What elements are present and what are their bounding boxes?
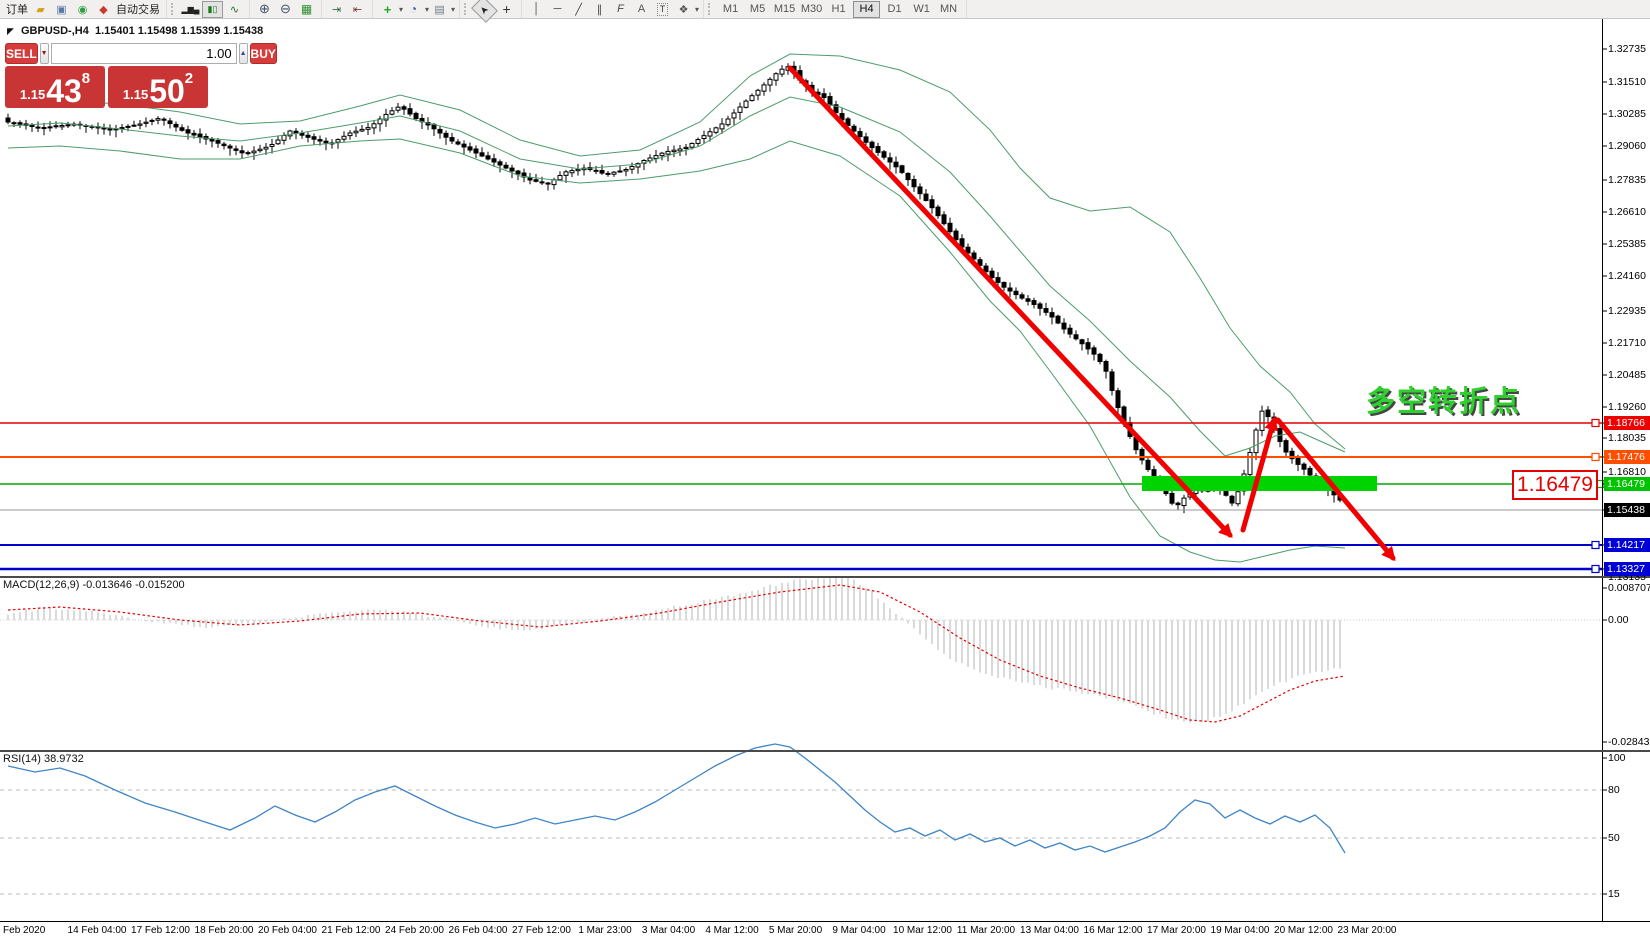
toolbar-group-scroll: ⇥ ⇤ <box>322 0 373 18</box>
signal-icon[interactable]: ◉ <box>73 2 92 17</box>
buy-price-prefix: 1.15 <box>123 87 148 102</box>
timeframe-m30[interactable]: M30 <box>799 2 824 17</box>
tile-windows-icon[interactable]: ▦ <box>297 2 316 17</box>
buy-button[interactable]: BUY <box>250 43 277 64</box>
spinner-up-icon: ▲ <box>240 50 247 57</box>
periods-clock-icon[interactable]: ◔ <box>404 2 423 17</box>
template-icon[interactable]: ▤ <box>430 2 449 17</box>
volume-increase-button[interactable]: ▲ <box>239 43 248 64</box>
toolbar-group-objects: +▾ ◔▾ ▤▾ <box>373 0 460 18</box>
candlestick-chart-icon[interactable]: ▮▯ <box>202 1 223 18</box>
autotrade-button[interactable]: 自动交易 <box>116 1 160 17</box>
volume-input[interactable] <box>51 43 237 64</box>
sell-price-prefix: 1.15 <box>20 87 45 102</box>
timeframe-h1[interactable]: H1 <box>826 2 851 17</box>
rsi-panel-graphics <box>0 744 1602 894</box>
autotrade-icon[interactable]: ◆ <box>94 2 113 17</box>
candles-layer <box>6 61 1342 513</box>
zoom-out-icon[interactable]: ⊖ <box>276 2 295 17</box>
terminal-icon[interactable]: ▣ <box>52 2 71 17</box>
fibonacci-icon[interactable]: F <box>611 2 630 17</box>
volume-decrease-button[interactable]: ▼ <box>40 43 49 64</box>
buy-price-pips: 50 <box>149 76 185 106</box>
buy-price-display[interactable]: 1.15 50 2 <box>108 66 208 108</box>
chevron-down-icon[interactable]: ▾ <box>399 5 403 14</box>
vertical-line-icon[interactable]: │ <box>527 2 546 17</box>
support-resistance-lines[interactable] <box>0 423 1602 569</box>
arrows-shapes-icon[interactable]: ❖ <box>674 2 693 17</box>
chevron-down-icon[interactable]: ▾ <box>425 5 429 14</box>
order-ticket-icon[interactable]: ▰ <box>31 2 50 17</box>
toolbar-group-main: 订单 ▰ ▣ ◉ ◆ 自动交易 <box>0 0 167 18</box>
toolbar-group-zoom: ⊕ ⊖ ▦ <box>250 0 322 18</box>
bar-chart-icon[interactable]: ▂▆▄ <box>181 2 200 17</box>
macd-panel-graphics <box>0 576 1602 722</box>
text-label-icon[interactable]: T <box>653 2 672 17</box>
buy-price-point: 2 <box>185 70 193 87</box>
timeframe-d1[interactable]: D1 <box>882 2 907 17</box>
sell-price-pips: 43 <box>46 76 82 106</box>
text-label-glyph: T <box>657 3 669 16</box>
timeframe-w1[interactable]: W1 <box>909 2 934 17</box>
text-tool-icon[interactable]: A <box>632 2 651 17</box>
timeframe-m5[interactable]: M5 <box>745 2 770 17</box>
trendline-icon[interactable]: ╱ <box>569 2 588 17</box>
crosshair-icon[interactable]: + <box>497 2 516 17</box>
timeframe-m15[interactable]: M15 <box>772 2 797 17</box>
chevron-down-icon[interactable]: ▾ <box>695 5 699 14</box>
chart-canvas[interactable] <box>0 0 1650 948</box>
horizontal-line-icon[interactable]: ─ <box>548 2 567 17</box>
toolbar-group-timeframes: M1M5M15M30H1H4D1W1MN <box>704 0 967 18</box>
line-chart-icon[interactable]: ∿ <box>225 2 244 17</box>
sell-price-point: 8 <box>82 70 90 87</box>
toolbar-grip <box>464 3 469 15</box>
timeframe-mn[interactable]: MN <box>936 2 961 17</box>
timeframe-m1[interactable]: M1 <box>718 2 743 17</box>
zoom-in-icon[interactable]: ⊕ <box>255 2 274 17</box>
toolbar-grip <box>708 3 713 15</box>
toolbar-group-drawing: │ ─ ╱ ∥ F A T ❖▾ <box>522 0 704 18</box>
spinner-down-icon: ▼ <box>41 50 48 57</box>
timeframe-h4[interactable]: H4 <box>853 1 880 18</box>
toolbar-grip <box>171 3 176 15</box>
new-order-button[interactable]: 订单 <box>6 1 28 17</box>
autoscroll-icon[interactable]: ⇥ <box>327 2 346 17</box>
sell-button[interactable]: SELL <box>5 43 38 64</box>
add-indicator-icon[interactable]: + <box>378 2 397 17</box>
sell-price-display[interactable]: 1.15 43 8 <box>5 66 105 108</box>
chevron-down-icon[interactable]: ▾ <box>451 5 455 14</box>
toolbar-group-chart-type: ▂▆▄ ▮▯ ∿ <box>167 0 250 18</box>
top-toolbar: 订单 ▰ ▣ ◉ ◆ 自动交易 ▂▆▄ ▮▯ ∿ ⊕ ⊖ ▦ ⇥ ⇤ +▾ ◔▾… <box>0 0 1650 19</box>
one-click-trade-widget: SELL ▼ ▲ BUY 1.15 43 8 1.15 50 2 <box>5 43 215 108</box>
chart-shift-icon[interactable]: ⇤ <box>348 2 367 17</box>
toolbar-group-cursor: ➤ + <box>460 0 522 18</box>
equidistant-channel-icon[interactable]: ∥ <box>590 2 609 17</box>
